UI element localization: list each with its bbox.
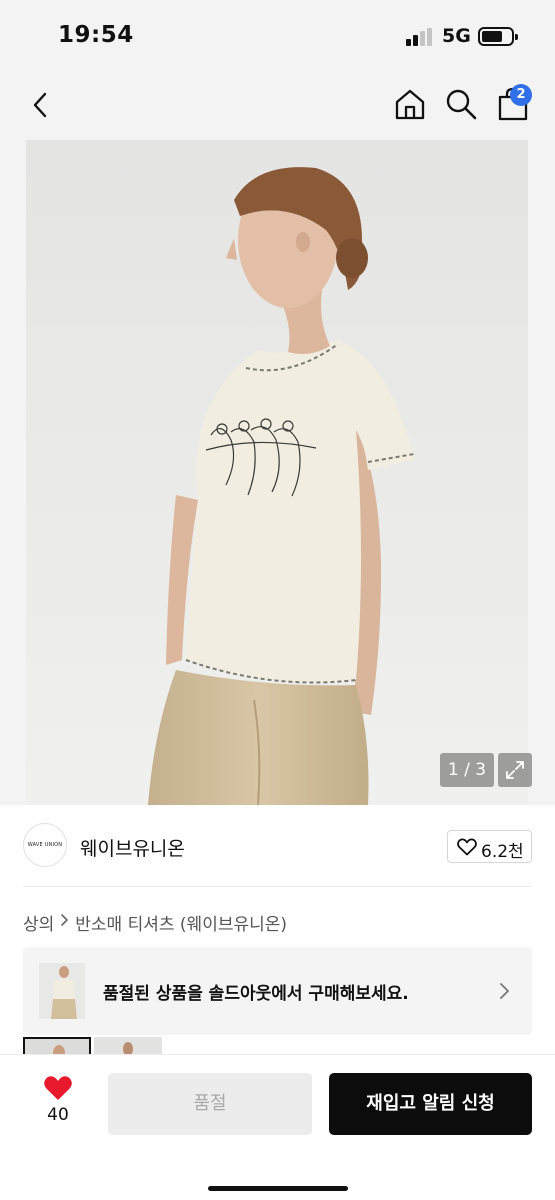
heart-outline-icon	[457, 838, 477, 856]
soldout-button: 품절	[108, 1073, 312, 1135]
home-button[interactable]	[393, 87, 427, 121]
search-icon	[446, 89, 477, 120]
brand-logo-text: WAVE UNION	[27, 842, 63, 848]
breadcrumb: 상의 반소매 티셔츠 (웨이브유니온)	[23, 910, 287, 935]
banner-text: 품절된 상품을 솔드아웃에서 구매해보세요.	[103, 984, 409, 1004]
restock-alert-button[interactable]: 재입고 알림 신청	[329, 1073, 532, 1135]
battery-icon	[478, 27, 518, 46]
cart-count-badge: 2	[510, 84, 532, 106]
chevron-right-icon	[500, 983, 509, 999]
brand-like-count: 6.2천	[481, 842, 524, 862]
breadcrumb-subcategory[interactable]: 반소매 티셔츠 (웨이브유니온)	[75, 910, 287, 935]
heart-filled-icon	[44, 1076, 72, 1100]
wish-button[interactable]: 40	[36, 1075, 80, 1135]
brand-logo[interactable]: WAVE UNION	[23, 823, 67, 867]
chevron-right-icon	[60, 912, 69, 932]
product-gallery[interactable]: 1 / 3	[0, 140, 555, 805]
home-icon	[395, 89, 425, 120]
banner-thumbnail	[39, 963, 85, 1019]
top-navigation: 2	[0, 74, 555, 140]
brand-like-button[interactable]: 6.2천	[447, 830, 532, 863]
breadcrumb-category[interactable]: 상의	[23, 910, 54, 935]
signal-icon	[406, 28, 434, 46]
home-indicator	[208, 1186, 348, 1191]
brand-name[interactable]: 웨이브유니온	[80, 834, 185, 861]
chevron-left-icon	[33, 92, 47, 118]
image-counter: 1 / 3	[440, 753, 494, 787]
status-time: 19:54	[58, 22, 134, 48]
status-bar: 19:54 5G	[0, 0, 555, 74]
network-type: 5G	[442, 25, 471, 47]
back-button[interactable]	[26, 90, 56, 120]
soldout-banner[interactable]: 품절된 상품을 솔드아웃에서 구매해보세요.	[23, 947, 532, 1035]
search-button[interactable]	[444, 87, 478, 121]
expand-icon	[506, 761, 524, 779]
product-image[interactable]	[26, 140, 528, 805]
divider	[23, 886, 532, 887]
bottom-action-bar: 40 품절 재입고 알림 신청	[0, 1054, 555, 1200]
brand-row: WAVE UNION 웨이브유니온 6.2천	[0, 805, 555, 887]
wish-count: 40	[47, 1105, 69, 1125]
expand-image-button[interactable]	[498, 753, 532, 787]
